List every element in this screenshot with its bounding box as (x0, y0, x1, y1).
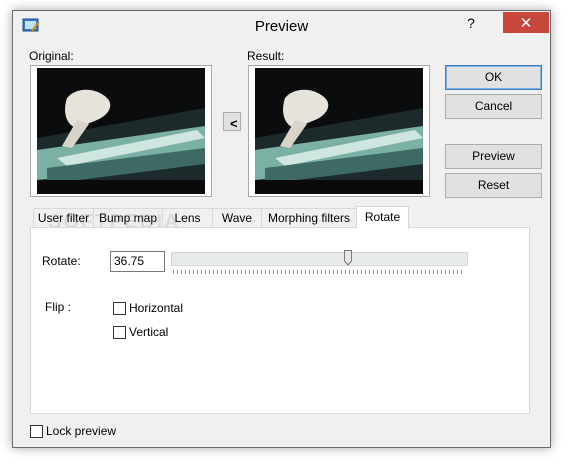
tab-user-filter[interactable]: User filter (33, 208, 94, 228)
copy-result-button[interactable]: < (223, 112, 241, 131)
tab-lens[interactable]: Lens (162, 208, 213, 228)
title-bar: Preview ? ✕ (13, 11, 550, 42)
rotate-panel: Rotate: 36.75 Flip : Horizontal Vertical (30, 227, 530, 414)
rotate-label: Rotate: (42, 254, 81, 268)
result-label: Result: (247, 49, 285, 63)
preview-dialog: Preview ? ✕ Original: < Result: OK Cance… (12, 10, 551, 448)
original-image (37, 68, 205, 194)
vertical-checkbox[interactable] (113, 326, 126, 339)
tab-morphing-filters[interactable]: Morphing filters (261, 208, 357, 228)
horizontal-checkbox[interactable] (113, 302, 126, 315)
tab-bump-map[interactable]: Bump map (93, 208, 163, 228)
tab-wave[interactable]: Wave (212, 208, 262, 228)
rotate-value-input[interactable]: 36.75 (110, 251, 165, 272)
flip-label: Flip : (45, 300, 72, 314)
close-button[interactable]: ✕ (503, 12, 549, 33)
lock-preview-label[interactable]: Lock preview (46, 424, 116, 438)
vertical-label[interactable]: Vertical (129, 325, 168, 339)
horizontal-label[interactable]: Horizontal (129, 301, 183, 315)
rotate-slider[interactable] (171, 252, 468, 266)
ok-button[interactable]: OK (445, 65, 542, 90)
help-icon: ? (467, 14, 475, 31)
cancel-button[interactable]: Cancel (445, 94, 542, 119)
rotate-slider-thumb[interactable] (344, 250, 352, 266)
original-label: Original: (29, 49, 74, 63)
preview-button[interactable]: Preview (445, 144, 542, 169)
slider-ticks (173, 270, 465, 274)
original-image-frame (30, 65, 212, 197)
reset-button[interactable]: Reset (445, 173, 542, 198)
help-button[interactable]: ? (458, 12, 484, 33)
result-image-frame (248, 65, 430, 197)
close-icon: ✕ (519, 14, 533, 32)
tab-rotate[interactable]: Rotate (356, 206, 409, 229)
lock-preview-checkbox[interactable] (30, 425, 43, 438)
result-image (255, 68, 423, 194)
